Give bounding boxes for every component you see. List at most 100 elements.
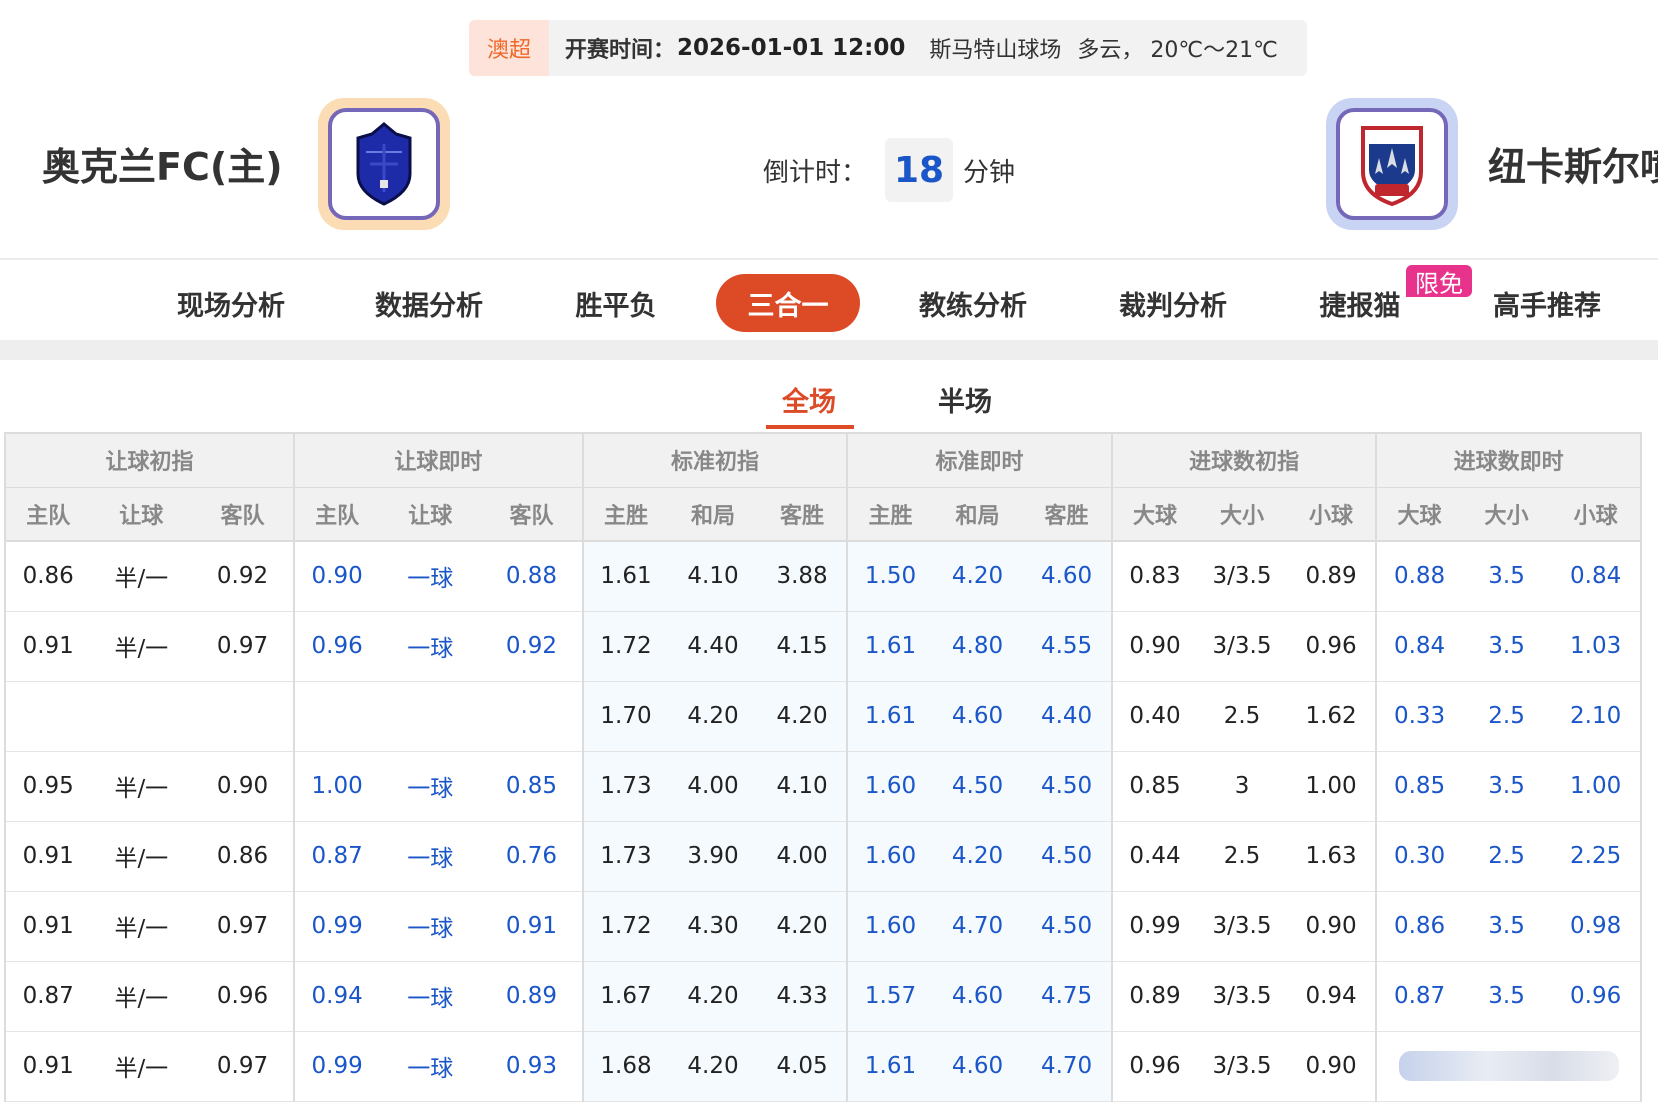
home-team-name[interactable]: 奥克兰FC(主) [42, 136, 283, 191]
odds-cell: 半/一 [90, 1031, 193, 1102]
odds-cell [379, 681, 482, 752]
odds-cell: 半/一 [90, 751, 193, 822]
venue: 斯马特山球场 [929, 38, 1062, 63]
blur-mask [1398, 1051, 1619, 1081]
away-team-name[interactable]: 纽卡斯尔喷 [1488, 136, 1658, 191]
odds-row[interactable]: 0.95 半/一 0.90 1.00 一球 0.85 1.73 4.00 4.10 1.60 4.5… [3, 751, 1642, 822]
odds-cell: 0.89 [481, 961, 584, 1032]
odds-cell: 0.84 [1376, 611, 1462, 682]
odds-cell: 0.44 [1111, 821, 1198, 892]
odds-cell: 1.61 [582, 541, 669, 612]
odds-cell: 1.72 [582, 611, 669, 682]
odds-cell: 0.87 [293, 821, 380, 892]
odds-row[interactable]: 0.91 半/一 0.86 0.87 一球 0.76 1.73 3.90 4.00 1.60 4.2… [3, 821, 1642, 892]
tab-coach-analysis[interactable]: 教练分析 [908, 274, 1038, 332]
odds-row[interactable]: 0.87 半/一 0.96 0.94 一球 0.89 1.67 4.20 4.33 1.57 4.6… [3, 961, 1642, 1032]
column-header: 小球 [1551, 487, 1642, 542]
odds-cell: 4.00 [757, 821, 849, 892]
odds-row[interactable]: 1.70 4.20 4.20 1.61 4.60 4.40 0.40 2.5 1.62 0.33 2… [3, 681, 1642, 752]
tab-field-analysis[interactable]: 现场分析 [166, 274, 296, 332]
odds-cell: 1.73 [582, 821, 669, 892]
odds-row[interactable]: 0.86 半/一 0.92 0.90 一球 0.88 1.61 4.10 3.88 1.50 4.2… [3, 541, 1642, 612]
odds-cell: 3.5 [1461, 961, 1552, 1032]
group-header: 标准即时 [847, 432, 1113, 488]
kickoff-time: 2026-01-01 12:00 [677, 35, 906, 61]
active-subtab-underline [766, 425, 854, 429]
odds-cell: 4.33 [757, 961, 849, 1032]
odds-cell: 2.5 [1197, 821, 1287, 892]
tab-expert-picks[interactable]: 高手推荐 [1482, 274, 1612, 332]
odds-cell: 4.15 [757, 611, 849, 682]
tab-jiebaomao[interactable]: 捷报猫 [1308, 274, 1412, 332]
odds-cell: 0.86 [192, 821, 295, 892]
column-header: 主胜 [847, 487, 933, 542]
column-header: 大球 [1376, 487, 1462, 542]
odds-cell: 4.60 [932, 681, 1023, 752]
odds-cell: 0.90 [192, 751, 295, 822]
odds-cell: 4.20 [757, 681, 849, 752]
odds-cell: 0.99 [1111, 891, 1198, 962]
column-header: 客胜 [1022, 487, 1113, 542]
odds-cell: 1.68 [582, 1031, 669, 1102]
odds-row[interactable]: 0.91 半/一 0.97 0.96 一球 0.92 1.72 4.40 4.15 1.61 4.8… [3, 611, 1642, 682]
subtab-full-time[interactable]: 全场 [782, 380, 836, 419]
odds-cell: 4.55 [1022, 611, 1113, 682]
odds-cell: 0.94 [1286, 961, 1378, 1032]
odds-cell: 0.76 [481, 821, 584, 892]
odds-cell: 4.10 [668, 541, 758, 612]
odds-cell: 4.30 [668, 891, 758, 962]
subtab-half-time[interactable]: 半场 [938, 380, 992, 419]
tab-referee-analysis[interactable]: 裁判分析 [1108, 274, 1238, 332]
odds-cell: 4.20 [932, 541, 1023, 612]
odds-cell: 0.97 [192, 891, 295, 962]
odds-cell: 0.84 [1551, 541, 1642, 612]
odds-cell: 0.96 [192, 961, 295, 1032]
column-header: 大小 [1461, 487, 1552, 542]
odds-cell: 0.87 [1376, 961, 1462, 1032]
odds-cell: 0.96 [293, 611, 380, 682]
odds-cell: 1.72 [582, 891, 669, 962]
odds-cell: 1.57 [847, 961, 933, 1032]
odds-cell: 半/一 [90, 541, 193, 612]
tab-win-draw-lose[interactable]: 胜平负 [564, 274, 668, 332]
column-header: 小球 [1286, 487, 1378, 542]
column-header: 主胜 [582, 487, 669, 542]
odds-cell: 0.40 [1111, 681, 1198, 752]
league-tag[interactable]: 澳超 [469, 20, 549, 76]
odds-cell: 0.99 [293, 1031, 380, 1102]
odds-cell: 0.95 [3, 751, 91, 822]
odds-cell: 4.60 [1022, 541, 1113, 612]
odds-cell: 一球 [379, 541, 482, 612]
odds-cell: 4.00 [668, 751, 758, 822]
odds-cell: 0.96 [1286, 611, 1378, 682]
odds-cell: 0.92 [192, 541, 295, 612]
odds-cell: 0.91 [3, 821, 91, 892]
odds-table: 让球初指 让球即时 标准初指 标准即时 进球数初指 进球数即时 主队 让球 客队 主队… [3, 432, 1642, 1102]
odds-row[interactable]: 0.91 半/一 0.97 0.99 一球 0.91 1.72 4.30 4.20 1.60 4.7… [3, 891, 1642, 962]
home-team-logo[interactable] [318, 98, 450, 230]
odds-cell: 0.97 [192, 611, 295, 682]
odds-cell: 1.60 [847, 751, 933, 822]
odds-cell: 0.91 [481, 891, 584, 962]
free-badge: 限免 [1406, 265, 1472, 298]
odds-cell: 1.61 [847, 681, 933, 752]
odds-cell: 0.90 [1286, 891, 1378, 962]
odds-cell: 4.60 [932, 1031, 1023, 1102]
odds-row[interactable]: 0.91 半/一 0.97 0.99 一球 0.93 1.68 4.20 4.05 1.61 4.6… [3, 1031, 1642, 1102]
tab-data-analysis[interactable]: 数据分析 [364, 274, 494, 332]
odds-cell: 半/一 [90, 611, 193, 682]
odds-cell: 1.67 [582, 961, 669, 1032]
odds-cell: 一球 [379, 751, 482, 822]
column-header: 和局 [932, 487, 1023, 542]
weather: 多云， 20℃～21℃ [1077, 38, 1278, 63]
odds-cell: 4.20 [668, 1031, 758, 1102]
odds-cell: 1.63 [1286, 821, 1378, 892]
column-header: 主队 [3, 487, 91, 542]
odds-cell: 4.40 [668, 611, 758, 682]
kickoff-label: 开赛时间： [565, 38, 676, 63]
odds-cell: 0.90 [293, 541, 380, 612]
period-tabs: 全场 半场 [0, 360, 1658, 432]
odds-cell: 3/3.5 [1197, 891, 1287, 962]
away-team-logo[interactable] [1326, 98, 1458, 230]
tab-three-in-one[interactable]: 三合一 [716, 274, 860, 332]
